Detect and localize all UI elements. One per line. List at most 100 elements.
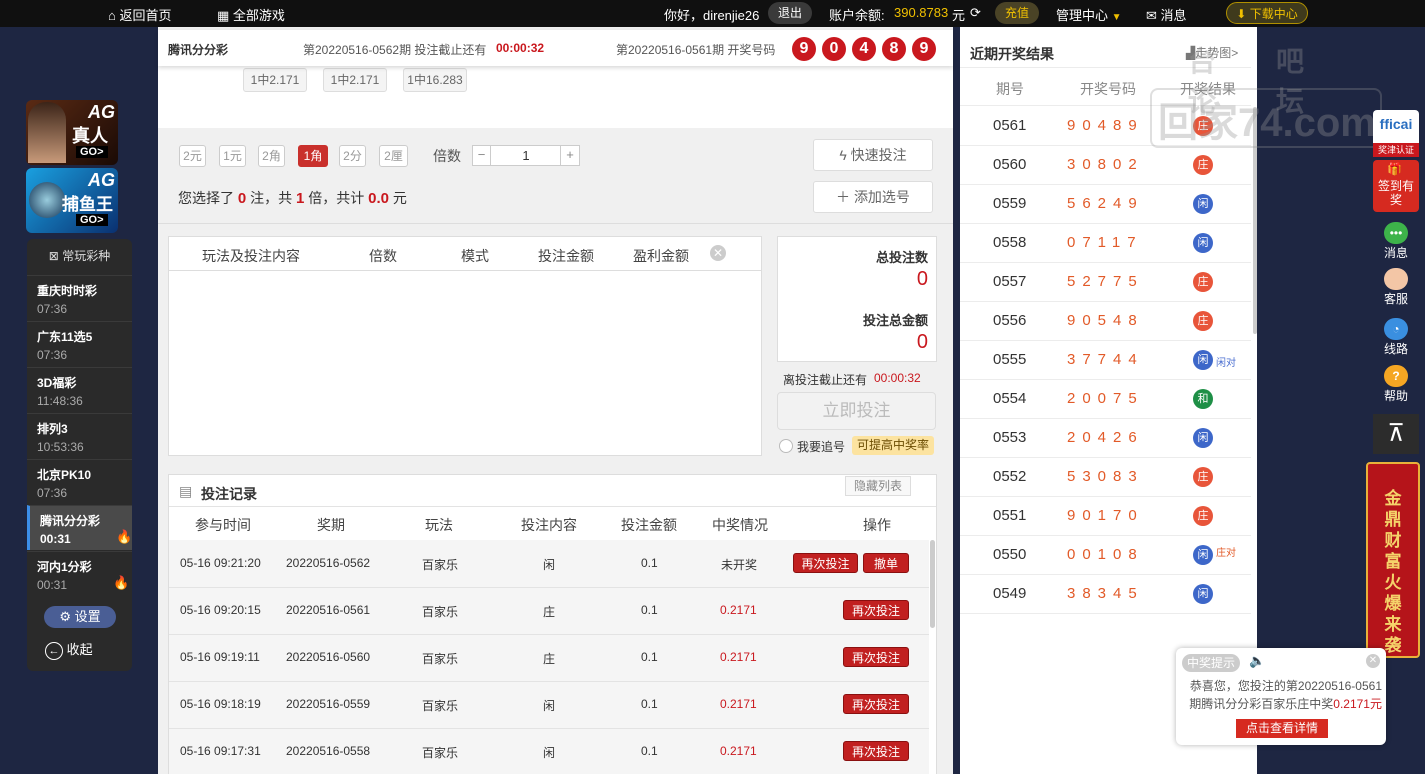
favorite-lotteries-menu: ⊠ 常玩彩种 重庆时时彩 07:36 广东11选5 07:36 3D福彩 11:48:… — [27, 239, 132, 671]
menu-title: ⊠ 常玩彩种 — [48, 249, 111, 263]
rebet-button[interactable]: 再次投注 — [843, 647, 909, 667]
route-button[interactable]: ◔ 线路 — [1373, 318, 1419, 357]
result-row: 0556 90548 庄 — [960, 302, 1251, 341]
menu-item-cqssc[interactable]: 重庆时时彩 07:36 — [27, 275, 132, 320]
view-details-button[interactable]: 点击查看详情 — [1236, 719, 1328, 738]
sign-in-reward-button[interactable]: 🎁 签到有奖 — [1373, 160, 1419, 212]
customer-service-button[interactable]: 客服 — [1373, 268, 1419, 307]
rebet-button[interactable]: 再次投注 — [843, 600, 909, 620]
unit-1yuan[interactable]: 1元 — [219, 145, 246, 167]
boost-badge[interactable]: 可提高中奖率 — [852, 436, 935, 455]
ag-live-banner[interactable]: AG 真人 GO> — [26, 100, 118, 165]
go-button: GO> — [76, 146, 108, 158]
menu-item-pk10[interactable]: 北京PK10 07:36 — [27, 459, 132, 504]
promo-banner[interactable]: 金鼎财富火爆来袭 — [1366, 462, 1420, 658]
menu-item-3d[interactable]: 3D福彩 11:48:36 — [27, 367, 132, 412]
unit-2li[interactable]: 2厘 — [379, 145, 408, 167]
divider — [158, 223, 953, 224]
balance-label: 账户余额: — [829, 8, 885, 23]
table-row: 05-16 09:20:15 20220516-0561 百家乐 庄 0.1 0… — [169, 587, 929, 634]
hide-list-button[interactable]: 隐藏列表 — [845, 476, 911, 496]
rebet-button[interactable]: 再次投注 — [843, 741, 909, 761]
speaker-icon[interactable]: 🔈 — [1249, 653, 1265, 669]
rebet-button[interactable]: 再次投注 — [843, 694, 909, 714]
total-count-label: 总投注数 — [875, 250, 928, 265]
unit-1jiao[interactable]: 1角 — [298, 145, 328, 167]
multiplier-input[interactable]: 1 — [492, 146, 560, 165]
bet-basket: 玩法及投注内容 倍数 模式 投注金额 盈利金额 ✕ — [168, 236, 762, 456]
menu-item-pl3[interactable]: 排列3 10:53:36 — [27, 413, 132, 458]
minus-button[interactable]: − — [473, 146, 491, 165]
balance-value: 390.8783 — [894, 5, 949, 20]
caret-down-icon: ▼ — [1111, 12, 1122, 23]
multiplier-label: 倍数 — [433, 148, 461, 164]
result-badge: 和 — [1193, 389, 1213, 409]
close-icon[interactable]: ✕ — [1366, 654, 1380, 668]
message-side-button[interactable]: ••• 消息 — [1373, 222, 1419, 261]
menu-item-hanoi[interactable]: 河内1分彩 00:31 🔥 — [27, 551, 132, 596]
download-center-button[interactable]: ⬇ 下载中心 — [1226, 2, 1308, 24]
plus-button[interactable]: + — [560, 146, 579, 165]
result-badge: 闲 — [1193, 584, 1213, 604]
gear-icon: ⚙ — [59, 609, 71, 624]
records-title: 投注记录 — [201, 486, 257, 502]
win-notification: 中奖提示 🔈 ✕ 恭喜您，您投注的第20220516-0561 期腾讯分分彩百家… — [1176, 648, 1386, 745]
brand-sub: 奖津认证 — [1373, 143, 1419, 157]
settings-button[interactable]: ⚙ 设置 — [44, 606, 116, 628]
result-row: 0560 30802 庄 — [960, 146, 1251, 185]
back-to-top-icon[interactable]: ⊼ — [1373, 414, 1419, 454]
menu-item-txffc[interactable]: 腾讯分分彩 00:31 🔥 — [27, 505, 132, 550]
chase-radio[interactable] — [779, 439, 793, 453]
unit-2yuan[interactable]: 2元 — [179, 145, 206, 167]
logout-button[interactable]: 退出 — [768, 2, 812, 24]
clear-all-icon[interactable]: ✕ — [710, 245, 726, 261]
collapse-button[interactable]: ← 收起 — [45, 639, 93, 660]
result-badge: 闲 — [1193, 233, 1213, 253]
result-row: 0555 37744 闲闲对 — [960, 341, 1251, 380]
result-row: 0551 90170 庄 — [960, 497, 1251, 536]
unit-2jiao[interactable]: 2角 — [258, 145, 285, 167]
help-button[interactable]: ? 帮助 — [1373, 365, 1419, 404]
bookmark-icon: ⊠ — [48, 249, 59, 263]
ag-logo: AG — [88, 170, 115, 190]
result-badge: 庄 — [1193, 506, 1213, 526]
result-badge: 闲 — [1193, 350, 1213, 370]
home-link[interactable]: ⌂ 返回首页 — [108, 5, 172, 24]
gift-icon: 🎁 — [1387, 162, 1402, 176]
mail-icon: ✉ — [1146, 8, 1157, 23]
table-row: 05-16 09:17:31 20220516-0558 百家乐 闲 0.1 0… — [169, 728, 929, 774]
cancel-order-button[interactable]: 撤单 — [863, 553, 909, 573]
records-header: 参与时间 奖期 玩法 投注内容 投注金额 中奖情况 操作 — [195, 517, 891, 533]
unit-2fen[interactable]: 2分 — [339, 145, 366, 167]
all-games-link[interactable]: ▦ 全部游戏 — [217, 5, 285, 24]
refresh-icon[interactable]: ⟳ — [970, 5, 981, 21]
add-selection-button[interactable]: ＋ 添加选号 — [813, 181, 933, 213]
ag-fishing-banner[interactable]: AG 捕鱼王 GO> — [26, 168, 118, 233]
speed-gauge-icon: ◔ — [1384, 318, 1408, 340]
notification-tag: 中奖提示 — [1182, 654, 1241, 672]
message-link[interactable]: ✉ 消息 — [1146, 5, 1187, 24]
result-row: 0549 38345 闲 — [960, 575, 1251, 614]
issue-header: 腾讯分分彩 第20220516-0562期 投注截止还有 00:00:32 第2… — [158, 30, 953, 66]
manage-center-menu[interactable]: 管理中心 ▼ — [1056, 5, 1122, 24]
total-count: 0 — [916, 268, 928, 290]
ag-logo: AG — [88, 102, 115, 122]
menu-item-gd11x5[interactable]: 广东11选5 07:36 — [27, 321, 132, 366]
bet-now-button[interactable]: 立即投注 — [777, 392, 936, 430]
result-row: 0550 00108 闲庄对 — [960, 536, 1251, 575]
records-scrollbar[interactable] — [930, 540, 935, 628]
quick-bet-button[interactable]: ϟ 快速投注 — [813, 139, 933, 171]
table-row: 05-16 09:21:20 20220516-0562 百家乐 闲 0.1 未… — [169, 540, 929, 587]
total-amount-label: 投注总金额 — [862, 313, 928, 328]
result-row: 0559 56249 闲 — [960, 185, 1251, 224]
download-icon: ⬇ — [1236, 7, 1247, 21]
recharge-button[interactable]: 充值 — [995, 2, 1039, 24]
selection-summary: 您选择了 0 注，共 1 倍，共计 0.0 元 — [178, 190, 407, 207]
go-button: GO> — [76, 214, 108, 226]
greeting: 你好，direnjie26 — [664, 8, 760, 23]
rebet-button[interactable]: 再次投注 — [793, 553, 858, 573]
result-badge: 庄 — [1193, 155, 1213, 175]
pair-tag: 庄对 — [1216, 548, 1236, 559]
plus-icon: ＋ — [836, 189, 851, 205]
pair-tag: 闲对 — [1216, 358, 1236, 369]
